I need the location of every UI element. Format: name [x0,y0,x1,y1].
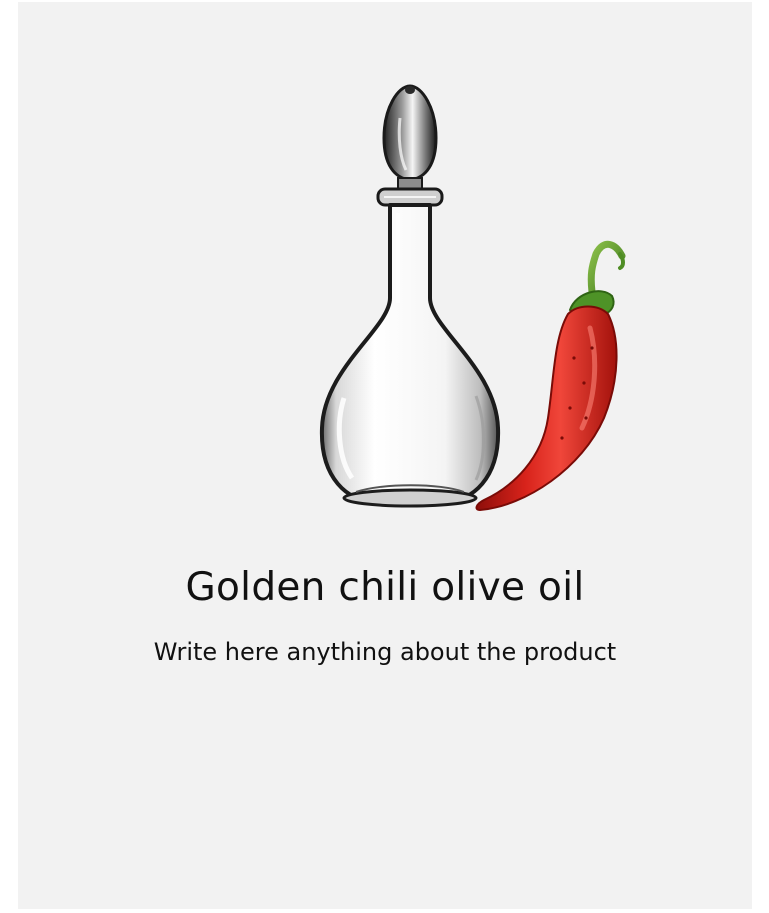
decanter-stopper [382,84,438,191]
product-image [319,84,626,512]
product-description: Write here anything about the product [153,638,617,666]
product-title[interactable]: Golden chili olive oil [18,562,752,614]
chili-pepper [475,240,626,512]
decanter-collar [376,187,444,207]
product-card[interactable]: Golden chili olive oil Write here anythi… [18,2,752,909]
decanter-body [319,203,501,504]
page: Golden chili olive oil Write here anythi… [0,0,769,913]
